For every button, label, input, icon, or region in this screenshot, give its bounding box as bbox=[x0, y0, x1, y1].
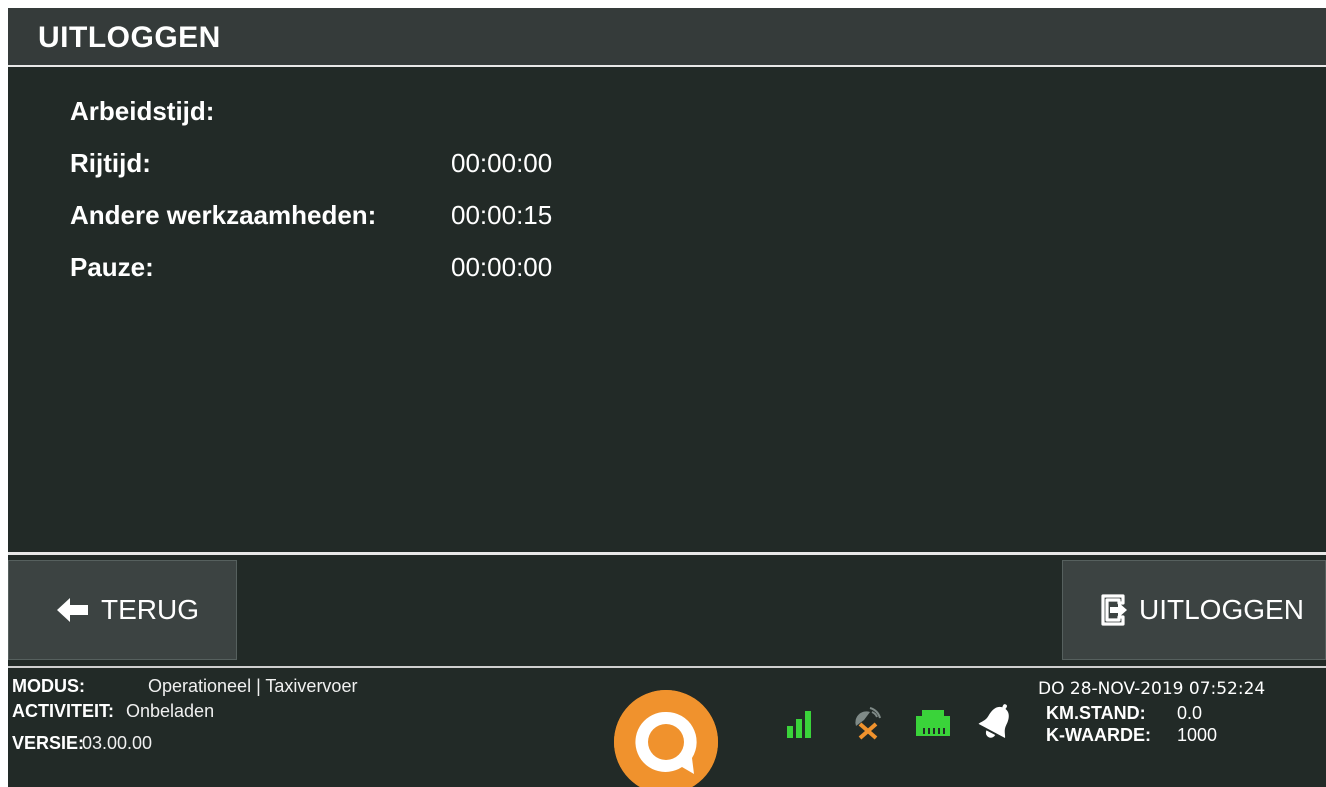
header-bar: UITLOGGEN bbox=[8, 8, 1326, 67]
activiteit-line: ACTIVITEIT: Onbeladen bbox=[12, 701, 214, 722]
modus-line: MODUS: Operationeel | Taxivervoer bbox=[12, 676, 357, 697]
summary-value: 00:00:00 bbox=[451, 148, 553, 178]
modus-value: Operationeel | Taxivervoer bbox=[148, 676, 358, 696]
screen: UITLOGGEN Arbeidstijd: Rijtijd: 00:00:00… bbox=[8, 8, 1326, 787]
summary-label: Andere werkzaamheden: bbox=[70, 200, 377, 230]
status-footer: MODUS: Operationeel | Taxivervoer ACTIVIT… bbox=[8, 668, 1326, 787]
bell-icon bbox=[978, 704, 1009, 738]
ethernet-icon bbox=[916, 710, 950, 736]
gps-disconnected-icon bbox=[855, 707, 881, 740]
q-logo-icon bbox=[614, 690, 718, 787]
km-stand-key: KM.STAND: bbox=[1046, 703, 1146, 723]
summary-label: Pauze: bbox=[70, 252, 154, 282]
page-title: UITLOGGEN bbox=[38, 21, 221, 54]
activiteit-value: Onbeladen bbox=[126, 701, 215, 721]
signal-bars-icon bbox=[787, 711, 811, 738]
back-button-label: TERUG bbox=[101, 594, 199, 625]
summary-value: 00:00:00 bbox=[451, 252, 553, 282]
datetime-display: DO 28-NOV-2019 07:52:24 bbox=[1038, 679, 1266, 699]
arrow-left-icon bbox=[57, 598, 88, 622]
versie-line: VERSIE:03.00.00 bbox=[12, 733, 152, 754]
divider bbox=[8, 552, 1326, 555]
k-waarde-value: 1000 bbox=[1177, 725, 1218, 745]
back-button[interactable]: TERUG bbox=[8, 560, 237, 660]
versie-key: VERSIE: bbox=[12, 733, 85, 753]
summary-value: 00:00:15 bbox=[451, 200, 553, 230]
versie-value: 03.00.00 bbox=[82, 733, 153, 753]
activiteit-key: ACTIVITEIT: bbox=[12, 701, 114, 721]
modus-key: MODUS: bbox=[12, 676, 85, 696]
summary-label: Rijtijd: bbox=[70, 148, 151, 178]
summary-label: Arbeidstijd: bbox=[70, 96, 215, 126]
k-waarde-line: K-WAARDE: 1000 bbox=[1046, 725, 1217, 746]
logout-button[interactable]: UITLOGGEN bbox=[1062, 560, 1326, 660]
km-stand-value: 0.0 bbox=[1177, 703, 1203, 723]
km-stand-line: KM.STAND: 0.0 bbox=[1046, 703, 1202, 724]
k-waarde-key: K-WAARDE: bbox=[1046, 725, 1151, 745]
sign-out-icon bbox=[1101, 594, 1127, 626]
logout-button-label: UITLOGGEN bbox=[1139, 594, 1304, 625]
